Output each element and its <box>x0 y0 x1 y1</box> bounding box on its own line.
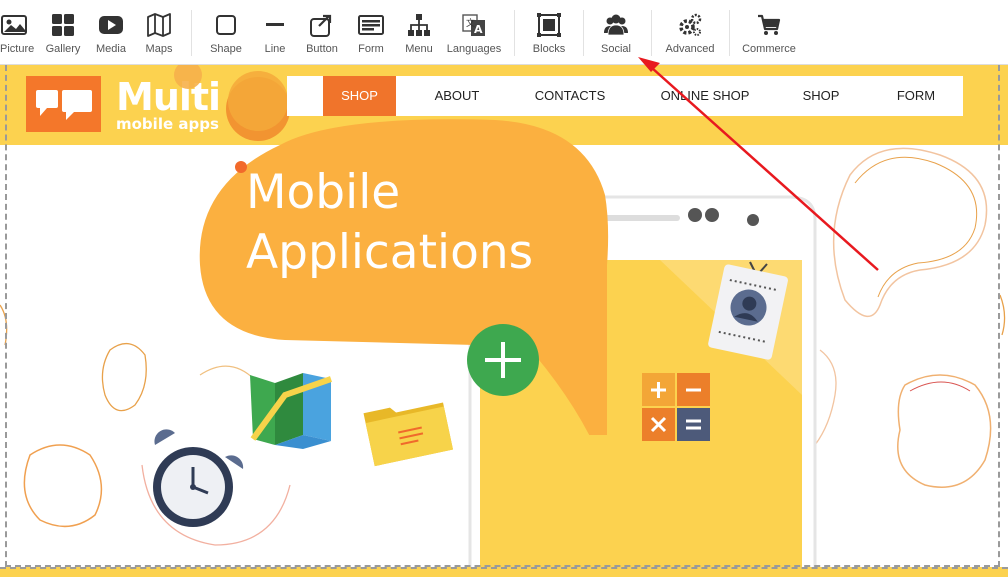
languages-icon: 文 A <box>462 14 485 36</box>
toolbar-line-button[interactable]: Line <box>254 0 296 64</box>
toolbar-label: Advanced <box>665 43 715 55</box>
toolbar-label: Line <box>264 43 286 55</box>
canvas-selection-frame <box>5 65 1000 567</box>
toolbar-maps-button[interactable]: Maps <box>138 0 180 64</box>
toolbar-label: Form <box>358 43 384 55</box>
toolbar-languages-button[interactable]: 文 A Languages <box>444 0 504 64</box>
toolbar-separator <box>651 10 652 56</box>
builder-toolbar: Picture Gallery Media Maps Shape Line Bu… <box>0 0 1008 65</box>
toolbar-label: Social <box>601 43 631 55</box>
picture-icon <box>1 15 27 35</box>
toolbar-menu-button[interactable]: Menu <box>398 0 440 64</box>
toolbar-advanced-button[interactable]: Advanced <box>662 0 718 64</box>
toolbar-label: Button <box>306 43 338 55</box>
toolbar-gallery-button[interactable]: Gallery <box>42 0 84 64</box>
toolbar-blocks-button[interactable]: Blocks <box>527 0 571 64</box>
toolbar-picture-button[interactable]: Picture <box>0 0 34 64</box>
toolbar-label: Media <box>96 43 126 55</box>
toolbar-commerce-button[interactable]: Commerce <box>740 0 798 64</box>
social-icon <box>604 14 628 36</box>
toolbar-label: Blocks <box>532 43 566 55</box>
toolbar-media-button[interactable]: Media <box>90 0 132 64</box>
svg-text:A: A <box>474 23 483 36</box>
form-icon <box>358 15 384 35</box>
toolbar-label: Menu <box>405 43 433 55</box>
toolbar-separator <box>514 10 515 56</box>
toolbar-separator <box>191 10 192 56</box>
media-icon <box>99 16 123 34</box>
toolbar-label: Shape <box>210 43 242 55</box>
blocks-icon <box>537 13 561 37</box>
toolbar-form-button[interactable]: Form <box>350 0 392 64</box>
toolbar-separator <box>729 10 730 56</box>
toolbar-label: Commerce <box>742 43 796 55</box>
toolbar-button-button[interactable]: Button <box>300 0 344 64</box>
button-icon <box>310 14 332 37</box>
site-footer-band <box>0 567 1008 577</box>
commerce-icon <box>758 14 781 35</box>
editor-canvas[interactable]: Multi mobile apps SHOP ABOUT CONTACTS ON… <box>0 65 1008 577</box>
maps-icon <box>147 13 171 37</box>
gallery-icon <box>52 14 74 36</box>
shape-icon <box>216 15 236 35</box>
toolbar-social-button[interactable]: Social <box>594 0 638 64</box>
toolbar-label: Gallery <box>45 43 81 55</box>
toolbar-label: Maps <box>145 43 173 55</box>
menu-icon <box>408 14 430 36</box>
line-icon <box>266 23 284 26</box>
toolbar-shape-button[interactable]: Shape <box>205 0 247 64</box>
advanced-icon <box>679 13 702 36</box>
toolbar-label: Picture <box>0 43 35 55</box>
toolbar-separator <box>583 10 584 56</box>
toolbar-label: Languages <box>446 43 502 55</box>
